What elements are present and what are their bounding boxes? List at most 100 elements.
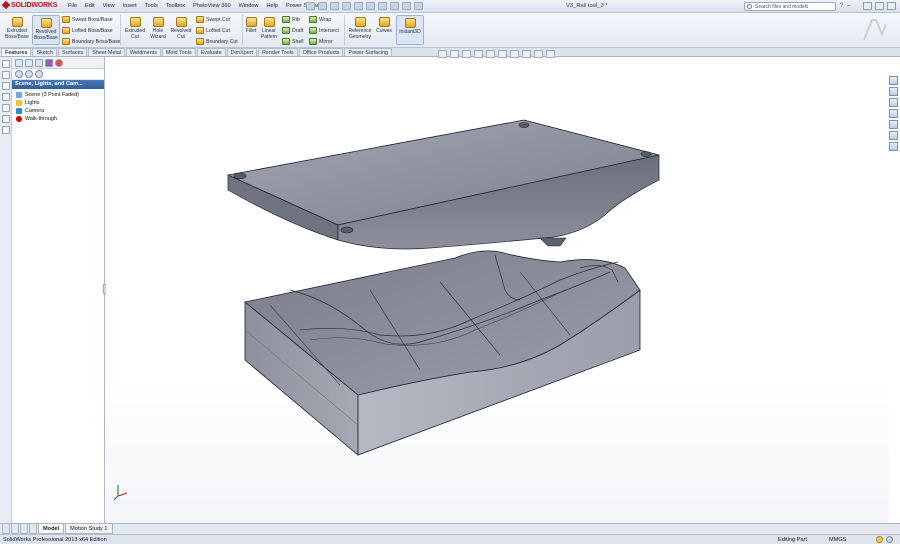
section-view-icon[interactable]: [474, 50, 483, 58]
window-maximize-button[interactable]: [875, 2, 884, 10]
search-results-icon[interactable]: [889, 109, 898, 118]
menu-tools[interactable]: Tools: [141, 3, 162, 9]
first-tab-icon[interactable]: [2, 524, 10, 534]
linear-pattern-button[interactable]: Linear Pattern: [259, 17, 279, 40]
menu-view[interactable]: View: [99, 3, 119, 9]
menu-photoview[interactable]: PhotoView 360: [189, 3, 235, 9]
minimize-ribbon-icon[interactable]: –: [847, 3, 850, 9]
dimxpert-manager-tab-icon[interactable]: [45, 59, 53, 67]
tree-item-scene[interactable]: Scene (3 Point Faded): [16, 91, 104, 99]
file-properties-icon[interactable]: [402, 2, 411, 10]
design-library-icon[interactable]: [889, 87, 898, 96]
pin-icon[interactable]: [306, 2, 315, 10]
tab-office-products[interactable]: Office Products: [298, 48, 344, 56]
fillet-button[interactable]: Fillet: [244, 17, 258, 34]
menu-window[interactable]: Window: [235, 3, 263, 9]
file-explorer-icon[interactable]: [889, 98, 898, 107]
rebuild-status-icon[interactable]: [876, 536, 883, 543]
tree-item-camera[interactable]: Camera: [16, 107, 104, 115]
edit-appearance-icon[interactable]: [522, 50, 531, 58]
tab-power-surfacing[interactable]: Power Surfacing: [344, 48, 393, 56]
tab-mold-tools[interactable]: Mold Tools: [161, 48, 196, 56]
search-input[interactable]: Search files and models: [744, 2, 836, 11]
print-icon[interactable]: [354, 2, 363, 10]
open-icon[interactable]: [330, 2, 339, 10]
new-document-icon[interactable]: [318, 2, 327, 10]
revolved-cut-button[interactable]: Revolved Cut: [169, 17, 193, 40]
swept-cut-button[interactable]: Swept Cut: [196, 16, 230, 23]
home-icon[interactable]: [2, 60, 10, 68]
view-settings-icon[interactable]: [546, 50, 555, 58]
previous-tab-icon[interactable]: [11, 524, 19, 534]
previous-view-icon[interactable]: [462, 50, 471, 58]
mirror-button[interactable]: Mirror: [309, 38, 333, 45]
apply-scene-icon[interactable]: [534, 50, 543, 58]
rebuild-icon[interactable]: [390, 2, 399, 10]
file-explorer-icon[interactable]: [2, 93, 10, 101]
help-status-icon[interactable]: [886, 536, 893, 543]
solidworks-resources-icon[interactable]: [889, 76, 898, 85]
scene-lights-camera-view-icon[interactable]: [35, 70, 43, 78]
hide-show-items-icon[interactable]: [510, 50, 519, 58]
zoom-to-fit-icon[interactable]: [438, 50, 447, 58]
help-icon[interactable]: ?: [840, 3, 843, 9]
zoom-to-area-icon[interactable]: [450, 50, 459, 58]
tab-sketch[interactable]: Sketch: [32, 48, 57, 56]
custom-properties-icon[interactable]: [889, 142, 898, 151]
menu-insert[interactable]: Insert: [119, 3, 141, 9]
revolved-boss-button[interactable]: Revolved Boss/Base: [32, 15, 60, 45]
view-palette-icon[interactable]: [2, 104, 10, 112]
intersect-button[interactable]: Intersect: [309, 27, 339, 34]
status-units[interactable]: MMGS: [829, 537, 846, 543]
view-palette-icon[interactable]: [889, 120, 898, 129]
last-tab-icon[interactable]: [29, 524, 37, 534]
tab-surfaces[interactable]: Surfaces: [57, 48, 88, 56]
next-tab-icon[interactable]: [20, 524, 28, 534]
tab-motion-study-1[interactable]: Motion Study 1: [65, 524, 113, 534]
reference-geometry-button[interactable]: Reference Geometry: [346, 17, 374, 40]
mold-tool-model[interactable]: [106, 57, 889, 523]
wrap-button[interactable]: Wrap: [309, 16, 331, 23]
window-minimize-button[interactable]: [863, 2, 872, 10]
tab-sheet-metal[interactable]: Sheet Metal: [88, 48, 126, 56]
rib-button[interactable]: Rib: [282, 16, 300, 23]
select-icon[interactable]: [378, 2, 387, 10]
menu-toolbox[interactable]: Toolbox: [162, 3, 189, 9]
curves-button[interactable]: Curves: [375, 17, 393, 34]
decals-view-icon[interactable]: [25, 70, 33, 78]
tab-dimxpert[interactable]: DimXpert: [226, 48, 258, 56]
feature-manager-tab-icon[interactable]: [15, 59, 23, 67]
appearances-view-icon[interactable]: [15, 70, 23, 78]
draft-button[interactable]: Draft: [282, 27, 303, 34]
menu-file[interactable]: File: [64, 3, 81, 9]
window-close-button[interactable]: [887, 2, 896, 10]
view-orientation-icon[interactable]: [486, 50, 495, 58]
tab-weldments[interactable]: Weldments: [126, 48, 161, 56]
tab-evaluate[interactable]: Evaluate: [196, 48, 226, 56]
hole-wizard-button[interactable]: Hole Wizard: [148, 17, 168, 40]
lower-mold-block[interactable]: [244, 250, 641, 456]
tree-item-walk-through[interactable]: Walk-through: [16, 115, 104, 123]
instant3d-button[interactable]: Instant3D: [396, 15, 424, 45]
boundary-boss-button[interactable]: Boundary Boss/Base: [62, 38, 120, 45]
solidworks-logo[interactable]: SOLIDWORKS: [1, 0, 57, 10]
save-icon[interactable]: [342, 2, 351, 10]
graphics-area[interactable]: [106, 57, 889, 523]
resources-icon[interactable]: [2, 71, 10, 79]
appearances-icon[interactable]: [2, 115, 10, 123]
appearances-scenes-icon[interactable]: [889, 131, 898, 140]
tab-render-tools[interactable]: Render Tools: [258, 48, 298, 56]
upper-mold-plate[interactable]: [226, 119, 660, 250]
menu-edit[interactable]: Edit: [81, 3, 99, 9]
options-icon[interactable]: [414, 2, 423, 10]
custom-properties-icon[interactable]: [2, 126, 10, 134]
menu-help[interactable]: Help: [262, 3, 282, 9]
lofted-cut-button[interactable]: Lofted Cut: [196, 27, 230, 34]
tab-model[interactable]: Model: [38, 524, 65, 534]
shell-button[interactable]: Shell: [282, 38, 304, 45]
boundary-cut-button[interactable]: Boundary Cut: [196, 38, 238, 45]
undo-icon[interactable]: [366, 2, 375, 10]
property-manager-tab-icon[interactable]: [25, 59, 33, 67]
design-library-icon[interactable]: [2, 82, 10, 90]
configuration-manager-tab-icon[interactable]: [35, 59, 43, 67]
